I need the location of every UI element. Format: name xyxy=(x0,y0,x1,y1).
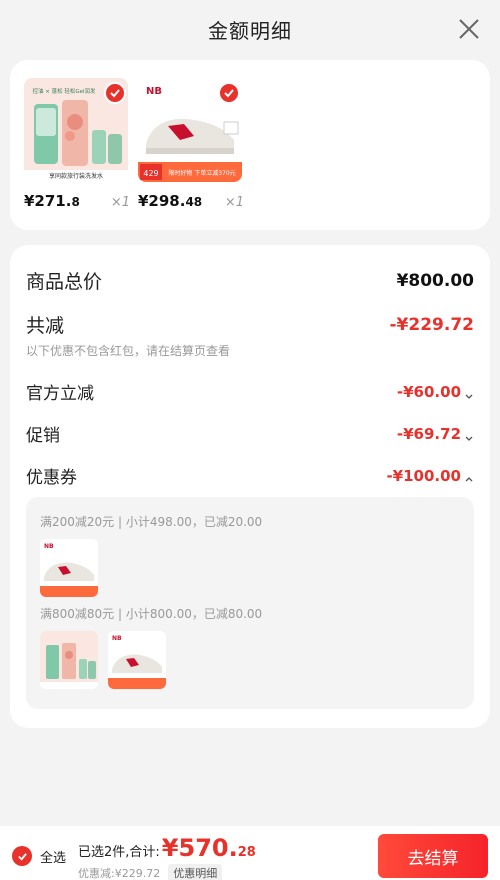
checkmark-icon xyxy=(110,89,120,98)
close-button[interactable] xyxy=(458,18,480,40)
coupon-product-thumb xyxy=(40,631,98,689)
coupon-label: 优惠券 xyxy=(26,468,77,488)
official-discount-value: -¥60.00 xyxy=(397,383,474,401)
amount-summary-card: 商品总价 ¥800.00 共减 -¥229.72 以下优惠不包含红包，请在结算页… xyxy=(10,245,490,728)
coupon-product-thumb: NB xyxy=(108,631,166,689)
chevron-down-icon xyxy=(464,429,474,441)
promotion-value: -¥69.72 xyxy=(397,425,474,443)
nb-logo: NB xyxy=(146,86,162,97)
product-quantity: ×1 xyxy=(224,195,244,210)
product-item[interactable]: NB 429 限时好物 下单立减370元 ¥298.48 ×1 xyxy=(138,78,244,210)
checkout-bar: 全选 已选2件,合计: ¥570.28 优惠减:¥229.72 优惠明细 去结算 xyxy=(0,826,500,880)
promotion-label: 促销 xyxy=(26,426,60,446)
select-all-toggle[interactable]: 全选 xyxy=(12,846,66,866)
goods-total-label: 商品总价 xyxy=(26,271,103,293)
reduce-value: -¥229.72 xyxy=(389,314,475,335)
coupon-row[interactable]: 优惠券 -¥100.00 xyxy=(26,463,474,488)
promo-tag: 限时好物 下单立减370元 xyxy=(168,169,235,177)
thumb-caption: 享同款旅行装洗发水 xyxy=(49,172,103,180)
reduce-row: 共减 -¥229.72 xyxy=(26,311,474,338)
product-item[interactable]: 享同款旅行装洗发水 控油 × 蓬松 轻松Gel润发 ¥271.8 ×1 xyxy=(24,78,130,210)
thumb-headline: 控油 × 蓬松 轻松Gel润发 xyxy=(32,87,96,95)
svg-text:NB: NB xyxy=(44,543,54,550)
svg-text:NB: NB xyxy=(112,635,122,642)
page-title: 金额明细 xyxy=(208,18,292,43)
product-price: ¥271.8 xyxy=(24,192,80,210)
coupon-product-thumb: NB xyxy=(40,539,98,597)
discount-amount: 优惠减:¥229.72 xyxy=(78,867,161,880)
product-price: ¥298.48 xyxy=(138,192,203,210)
official-discount-label: 官方立减 xyxy=(26,384,94,404)
official-discount-row[interactable]: 官方立减 -¥60.00 xyxy=(26,379,474,404)
product-selected-check[interactable] xyxy=(218,82,240,104)
sneaker-product-image: NB xyxy=(40,539,98,597)
product-selected-check[interactable] xyxy=(104,82,126,104)
product-thumbnail[interactable]: 享同款旅行装洗发水 控油 × 蓬松 轻松Gel润发 xyxy=(24,78,128,182)
chevron-down-icon xyxy=(464,387,474,399)
checked-circle-icon[interactable] xyxy=(12,846,32,866)
reduce-label: 共减 xyxy=(26,315,65,337)
total-amount: ¥570.28 xyxy=(161,834,256,862)
close-icon xyxy=(459,19,479,39)
coupon-rule-text: 满200减20元 | 小计498.00，已减20.00 xyxy=(40,515,263,529)
goods-total-value: ¥800.00 xyxy=(396,270,474,291)
goods-total-row: 商品总价 ¥800.00 xyxy=(26,267,474,294)
select-all-label: 全选 xyxy=(40,850,67,866)
promotion-row[interactable]: 促销 -¥69.72 xyxy=(26,421,474,446)
product-quantity: ×1 xyxy=(110,195,130,210)
discount-note: 以下优惠不包含红包，请在结算页查看 xyxy=(26,344,231,358)
shampoo-product-image xyxy=(40,631,98,689)
selected-total-label: 已选2件,合计: xyxy=(78,845,160,860)
discount-summary: 优惠减:¥229.72 优惠明细 xyxy=(78,864,223,880)
products-card: 享同款旅行装洗发水 控油 × 蓬松 轻松Gel润发 ¥271.8 ×1 NB 4… xyxy=(10,60,490,230)
checkmark-icon xyxy=(224,89,234,98)
chevron-up-icon xyxy=(464,471,474,482)
coupon-value: -¥100.00 xyxy=(386,467,474,485)
product-thumbnail[interactable]: NB 429 限时好物 下单立减370元 xyxy=(138,78,242,182)
sneaker-product-image: NB xyxy=(108,631,166,689)
coupon-detail-panel: 满200减20元 | 小计498.00，已减20.00 NB 满800减80元 … xyxy=(26,497,474,709)
discount-detail-button[interactable]: 优惠明细 xyxy=(168,864,223,880)
checkout-button[interactable]: 去结算 xyxy=(378,834,488,878)
coupon-rule-text: 满800减80元 | 小计800.00，已减80.00 xyxy=(40,607,263,621)
promo-price: 429 xyxy=(143,169,158,178)
selected-total: 已选2件,合计: ¥570.28 xyxy=(78,834,256,862)
header: 金额明细 xyxy=(0,0,500,58)
